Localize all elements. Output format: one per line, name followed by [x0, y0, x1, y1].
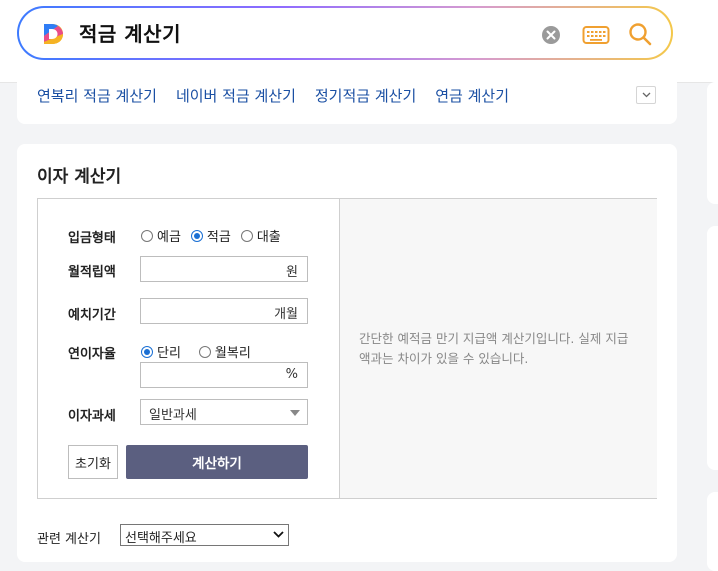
deposit-type-label: 입금형태: [68, 231, 116, 246]
clear-icon[interactable]: [541, 25, 561, 45]
unit-label: 개월: [274, 307, 298, 322]
monthly-amount-label: 월적립액: [68, 265, 116, 280]
radio-circle[interactable]: [141, 345, 153, 358]
search-icon[interactable]: [628, 22, 652, 46]
calculator-title: 이자 계산기: [37, 167, 122, 187]
radio-label: 월복리: [214, 346, 251, 361]
unit-label: %: [285, 367, 298, 382]
chevron-down-icon: [273, 531, 284, 538]
daum-logo-icon: [44, 24, 63, 44]
radio-loan[interactable]: 대출: [240, 226, 281, 245]
radio-label: 적금: [206, 230, 231, 245]
header: 적금 계산기: [0, 0, 718, 83]
interest-rate-label: 연이자율: [68, 347, 116, 362]
interest-calculator-card: 이자 계산기 입금형태 예금 적금 대출 월적립액 원 예치기간 개월 연이자율…: [17, 144, 677, 562]
radio-monthly-compound[interactable]: 월복리: [198, 342, 251, 361]
related-link[interactable]: 연복리 적금 계산기: [37, 86, 157, 106]
period-input[interactable]: 개월: [140, 298, 308, 324]
related-calculator-select[interactable]: 선택해주세요: [120, 524, 289, 546]
deposit-type-radio-group: 예금 적금 대출: [141, 226, 281, 245]
tax-select[interactable]: 일반과세: [140, 399, 308, 425]
side-card-edge: [707, 492, 718, 571]
radio-simple-interest[interactable]: 단리: [141, 342, 181, 361]
chevron-down-icon: [642, 92, 651, 98]
radio-label: 예금: [157, 230, 181, 245]
period-label: 예치기간: [68, 308, 116, 323]
radio-circle[interactable]: [141, 229, 153, 242]
side-card-edge: [707, 82, 718, 204]
related-links-card: 연복리 적금 계산기 네이버 적금 계산기 정기적금 계산기 연금 계산기: [17, 82, 677, 124]
monthly-amount-input[interactable]: 원: [140, 256, 308, 282]
interest-type-radio-group: 단리 월복리: [141, 342, 251, 361]
related-link[interactable]: 정기적금 계산기: [315, 86, 416, 106]
related-links: 연복리 적금 계산기 네이버 적금 계산기 정기적금 계산기 연금 계산기: [37, 86, 509, 106]
calculator-description: 간단한 예적금 만기 지급액 계산기입니다. 실제 지급액과는 차이가 있을 수…: [359, 331, 629, 366]
related-link[interactable]: 네이버 적금 계산기: [176, 86, 296, 106]
calculator-box: 입금형태 예금 적금 대출 월적립액 원 예치기간 개월 연이자율 단리 월복리…: [37, 198, 657, 499]
interest-rate-input[interactable]: %: [140, 362, 308, 388]
radio-label: 대출: [256, 230, 281, 245]
reset-button[interactable]: 초기화: [68, 445, 118, 479]
radio-circle[interactable]: [198, 345, 211, 358]
radio-circle[interactable]: [240, 229, 253, 242]
expand-button[interactable]: [636, 86, 656, 104]
search-input[interactable]: 적금 계산기: [79, 21, 181, 47]
dropdown-arrow-icon: [290, 410, 300, 416]
search-box[interactable]: 적금 계산기: [17, 6, 673, 60]
related-calculator-value: 선택해주세요: [125, 531, 197, 546]
radio-deposit[interactable]: 예금: [141, 226, 181, 245]
keyboard-icon[interactable]: [582, 24, 610, 46]
result-panel: 간단한 예적금 만기 지급액 계산기입니다. 실제 지급액과는 차이가 있을 수…: [339, 199, 657, 498]
related-calculator-label: 관련 계산기: [37, 532, 101, 547]
related-link[interactable]: 연금 계산기: [435, 86, 509, 106]
tax-select-value: 일반과세: [149, 408, 197, 423]
calculate-button[interactable]: 계산하기: [126, 445, 308, 479]
radio-circle[interactable]: [190, 229, 203, 242]
radio-savings[interactable]: 적금: [190, 226, 231, 245]
side-card-edge: [707, 226, 718, 470]
radio-label: 단리: [157, 346, 181, 361]
unit-label: 원: [286, 265, 298, 280]
tax-label: 이자과세: [68, 409, 116, 424]
